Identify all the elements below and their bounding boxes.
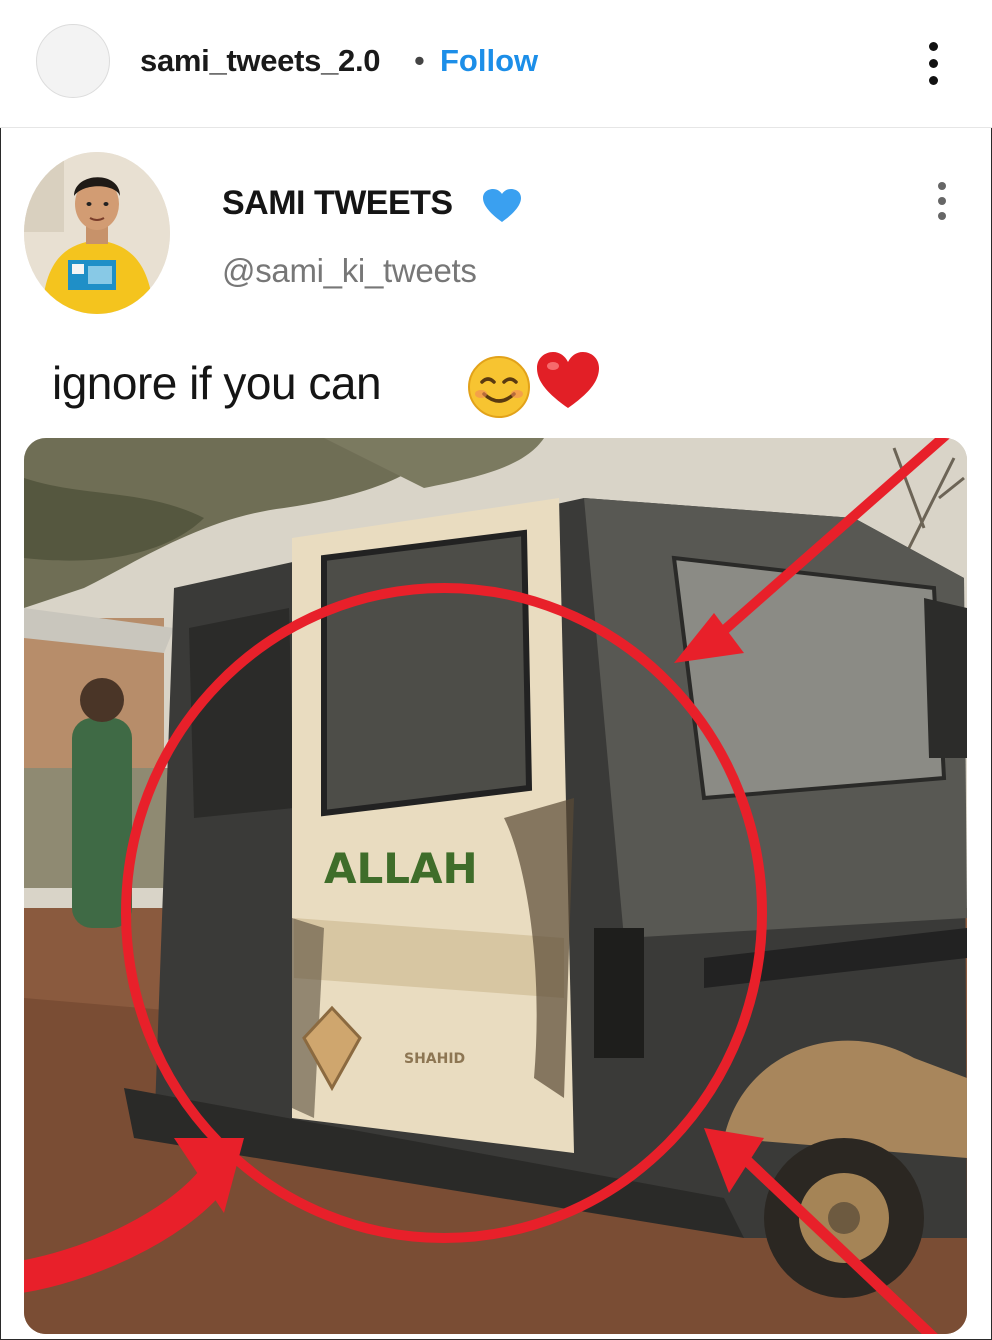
tweet-avatar xyxy=(24,152,170,314)
person-avatar-icon xyxy=(24,152,170,314)
tweet-handle: @sami_ki_tweets xyxy=(222,252,477,289)
more-vertical-icon[interactable] xyxy=(929,42,938,85)
tweet-display-name: SAMI TWEETS xyxy=(222,184,453,222)
tweet-text: ignore if you can xyxy=(52,357,382,409)
follow-button[interactable]: Follow xyxy=(440,43,538,79)
post-photo[interactable]: ALLAH SHAHID xyxy=(24,438,967,1334)
red-heart-icon xyxy=(537,352,599,408)
blue-heart-icon xyxy=(483,189,521,222)
poster-avatar[interactable] xyxy=(36,24,110,98)
burned-van-image: ALLAH SHAHID xyxy=(24,438,967,1334)
tweet-more-icon[interactable] xyxy=(938,182,946,220)
poster-username[interactable]: sami_tweets_2.0 xyxy=(140,43,381,79)
separator-dot: • xyxy=(414,43,425,78)
badge-text: SHAHID xyxy=(404,1051,465,1067)
door-text: ALLAH xyxy=(324,844,478,893)
post-header: sami_tweets_2.0 • Follow xyxy=(0,0,992,128)
smiling-face-icon xyxy=(468,356,530,418)
